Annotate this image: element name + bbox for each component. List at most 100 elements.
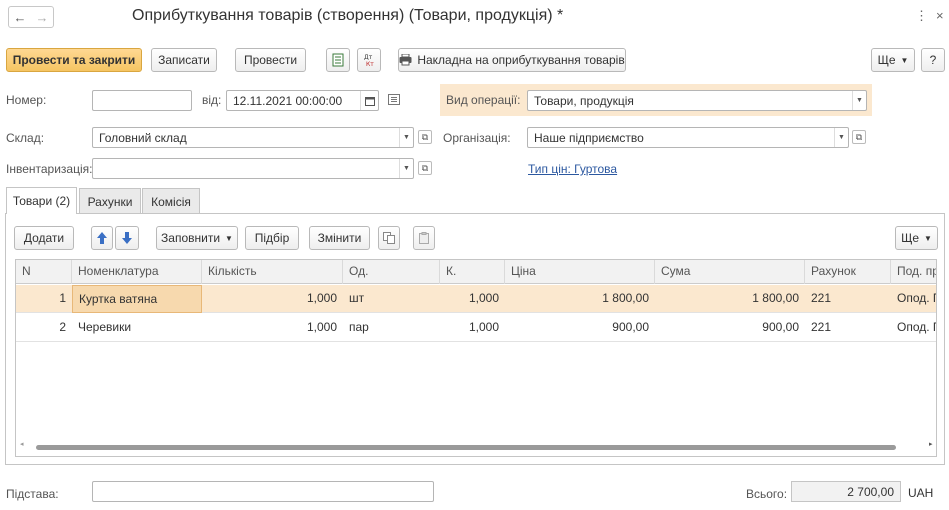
row-tax[interactable]: Опод. П xyxy=(891,285,936,313)
row-number: 1 xyxy=(59,291,66,305)
scroll-left-icon[interactable]: ◂ xyxy=(20,440,24,448)
row-unit[interactable]: пар xyxy=(343,314,440,342)
col-price[interactable]: Ціна xyxy=(505,260,655,284)
post-and-close-button[interactable]: Провести та закрити xyxy=(6,48,142,72)
col-tax[interactable]: Под. пр xyxy=(891,260,936,284)
arrow-down-icon xyxy=(122,232,132,244)
calendar-icon[interactable] xyxy=(360,91,378,110)
change-button[interactable]: Змінити xyxy=(309,226,370,250)
paste-button[interactable] xyxy=(413,226,435,250)
date-field[interactable]: 12.11.2021 00:00:00 xyxy=(226,90,379,111)
chevron-down-icon[interactable]: ▼ xyxy=(399,159,413,178)
row-item[interactable]: Куртка ватяна xyxy=(72,285,202,313)
save-button[interactable]: Записати xyxy=(151,48,217,72)
total-label: Всього: xyxy=(746,487,788,501)
row-price[interactable]: 900,00 xyxy=(505,314,655,342)
help-button[interactable]: ? xyxy=(921,48,945,72)
tab-commission[interactable]: Комісія xyxy=(142,188,200,214)
fill-label: Заповнити xyxy=(161,231,221,245)
date-value: 12.11.2021 00:00:00 xyxy=(233,94,343,108)
paste-icon xyxy=(419,232,429,244)
open-organization-icon[interactable]: ⧉ xyxy=(852,130,866,144)
organization-label: Організація: xyxy=(443,131,511,145)
print-invoice-button[interactable]: Накладна на оприбуткування товарів xyxy=(398,48,626,72)
number-field[interactable] xyxy=(92,90,192,111)
close-icon[interactable]: × xyxy=(936,8,944,23)
move-up-button[interactable] xyxy=(91,226,113,250)
table-row[interactable]: 1 Куртка ватяна 1,000 шт 1,000 1 800,00 … xyxy=(16,285,936,313)
chevron-down-icon: ▼ xyxy=(225,233,233,243)
chevron-down-icon: ▼ xyxy=(900,55,909,65)
horizontal-scrollbar[interactable]: ◂ ▸ xyxy=(20,441,933,451)
row-qty[interactable]: 1,000 xyxy=(202,314,343,342)
debit-credit-button[interactable]: Дт Кт xyxy=(357,48,381,72)
row-number: 2 xyxy=(59,320,66,334)
operation-label: Вид операції: xyxy=(446,93,521,107)
organization-value: Наше підприємство xyxy=(534,131,644,145)
col-item[interactable]: Номенклатура xyxy=(72,260,202,284)
inventory-select[interactable]: ▼ xyxy=(92,158,414,179)
chevron-down-icon: ▼ xyxy=(924,233,932,243)
page-title: Оприбуткування товарів (створення) (Това… xyxy=(132,7,564,24)
operation-select[interactable]: Товари, продукція ▼ xyxy=(527,90,867,111)
row-unit[interactable]: шт xyxy=(343,285,440,313)
col-k[interactable]: К. xyxy=(440,260,505,284)
printer-icon xyxy=(399,54,412,66)
basis-field[interactable] xyxy=(92,481,434,502)
row-k[interactable]: 1,000 xyxy=(440,314,505,342)
scroll-thumb[interactable] xyxy=(36,445,896,450)
back-icon[interactable]: ← xyxy=(9,10,31,25)
basis-label: Підстава: xyxy=(6,487,59,501)
operation-value: Товари, продукція xyxy=(534,94,634,108)
price-type-link[interactable]: Тип цін: Гуртова xyxy=(528,162,617,176)
organization-select[interactable]: Наше підприємство ▼ xyxy=(527,127,849,148)
warehouse-select[interactable]: Головний склад ▼ xyxy=(92,127,414,148)
select-button[interactable]: Підбір xyxy=(245,226,299,250)
col-account[interactable]: Рахунок xyxy=(805,260,891,284)
row-item[interactable]: Черевики xyxy=(72,314,202,342)
more-icon[interactable]: ⋮ xyxy=(915,8,928,24)
move-down-button[interactable] xyxy=(115,226,139,250)
row-qty[interactable]: 1,000 xyxy=(202,285,343,313)
table-more-label: Ще xyxy=(901,231,919,245)
forward-icon[interactable]: → xyxy=(31,10,53,25)
copy-button[interactable] xyxy=(378,226,400,250)
row-sum[interactable]: 1 800,00 xyxy=(655,285,805,313)
table-header: N Номенклатура Кількість Од. К. Ціна Сум… xyxy=(16,260,936,284)
col-n[interactable]: N xyxy=(16,260,72,284)
more-button[interactable]: Ще ▼ xyxy=(871,48,915,72)
svg-text:Дт: Дт xyxy=(364,54,373,61)
currency-label: UAH xyxy=(908,486,934,500)
debit-credit-icon: ДтКт xyxy=(364,54,374,68)
post-button[interactable]: Провести xyxy=(235,48,306,72)
print-invoice-label: Накладна на оприбуткування товарів xyxy=(417,53,625,67)
open-inventory-icon[interactable]: ⧉ xyxy=(418,161,432,175)
add-button[interactable]: Додати xyxy=(14,226,74,250)
arrow-up-icon xyxy=(97,232,107,244)
warehouse-label: Склад: xyxy=(6,131,45,145)
open-warehouse-icon[interactable]: ⧉ xyxy=(418,130,432,144)
tab-goods[interactable]: Товари (2) xyxy=(6,187,77,214)
row-account[interactable]: 221 xyxy=(805,285,891,313)
inventory-label: Інвентаризація: xyxy=(6,162,93,176)
svg-text:Кт: Кт xyxy=(366,61,374,68)
chevron-down-icon[interactable]: ▼ xyxy=(852,91,866,110)
chevron-down-icon[interactable]: ▼ xyxy=(399,128,413,147)
row-price[interactable]: 1 800,00 xyxy=(505,285,655,313)
row-tax[interactable]: Опод. П xyxy=(891,314,936,342)
list-icon[interactable] xyxy=(388,94,400,108)
row-sum[interactable]: 900,00 xyxy=(655,314,805,342)
table-more-button[interactable]: Ще ▼ xyxy=(895,226,938,250)
col-qty[interactable]: Кількість xyxy=(202,260,343,284)
table-row[interactable]: 2 Черевики 1,000 пар 1,000 900,00 900,00… xyxy=(16,314,936,342)
goods-table[interactable]: N Номенклатура Кількість Од. К. Ціна Сум… xyxy=(15,259,937,457)
fill-button[interactable]: Заповнити ▼ xyxy=(156,226,238,250)
tab-accounts[interactable]: Рахунки xyxy=(79,188,141,214)
scroll-right-icon[interactable]: ▸ xyxy=(929,440,933,448)
row-account[interactable]: 221 xyxy=(805,314,891,342)
row-k[interactable]: 1,000 xyxy=(440,285,505,313)
chevron-down-icon[interactable]: ▼ xyxy=(834,128,848,147)
col-sum[interactable]: Сума xyxy=(655,260,805,284)
col-unit[interactable]: Од. xyxy=(343,260,440,284)
report-structure-button[interactable] xyxy=(326,48,350,72)
